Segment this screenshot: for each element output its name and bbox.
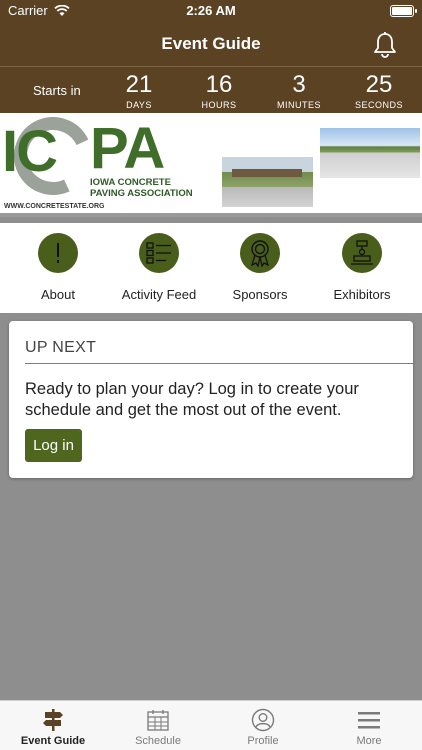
road-photo [320,128,420,178]
nav-bar: Event Guide [0,22,422,66]
tab-event-guide[interactable]: Event Guide [0,707,106,747]
tab-schedule[interactable]: Schedule [105,707,211,747]
tab-profile[interactable]: Profile [210,707,316,747]
countdown-seconds: 25 SECONDS [339,71,419,110]
tab-label: Schedule [135,735,181,747]
countdown-value: 25 [365,71,393,98]
clock: 2:26 AM [186,3,236,18]
page-title: Event Guide [161,34,261,53]
quick-link-exhibitors[interactable]: Exhibitors [310,233,414,302]
up-next-card: UP NEXT Ready to plan your day? Log in t… [9,321,413,478]
booth-icon [342,233,382,273]
quick-link-sponsors[interactable]: Sponsors [208,233,312,302]
quick-link-about[interactable]: About [6,233,110,302]
tab-label: More [356,735,382,747]
countdown-days: 21 DAYS [99,71,179,110]
logo-letters-ic: IC [2,119,58,184]
quick-links: About Activity Feed Sponsors Exhibitors [0,223,422,313]
countdown-unit-label: HOURS [201,100,237,110]
countdown-label: Starts in [33,83,81,98]
org-url: WWW.CONCRETESTATE.ORG [4,203,105,210]
countdown-unit-label: SECONDS [354,100,403,110]
up-next-heading: UP NEXT [25,339,97,356]
heading-divider [25,363,413,364]
tab-label: Event Guide [20,735,86,747]
countdown-value: 16 [205,71,233,98]
signpost-icon [43,709,63,731]
countdown-hours: 16 HOURS [179,71,259,110]
countdown-minutes: 3 MINUTES [259,71,339,110]
status-bar: Carrier 2:26 AM [0,0,422,22]
countdown-unit-label: MINUTES [277,100,321,110]
login-button[interactable]: Log in [25,429,82,462]
quick-link-label: Exhibitors [333,287,391,302]
org-name-line2: PAVING ASSOCIATION [90,188,193,199]
bell-icon[interactable] [370,30,400,60]
quick-link-label: About [41,287,75,302]
countdown-value: 3 [292,71,306,98]
profile-icon [251,708,275,732]
quick-link-label: Activity Feed [121,287,197,302]
building-photo [222,157,313,207]
quick-link-label: Sponsors [232,287,288,302]
org-name: IOWA CONCRETE PAVING ASSOCIATION [90,177,193,199]
calendar-icon [147,710,169,731]
exclamation-icon [38,233,78,273]
org-name-line1: IOWA CONCRETE [90,177,171,188]
menu-icon [358,712,380,729]
countdown-value: 21 [125,71,153,98]
tab-label: Profile [247,735,279,747]
up-next-message: Ready to plan your day? Log in to create… [25,380,359,419]
sponsor-banner[interactable]: IC PA IOWA CONCRETE PAVING ASSOCIATION W… [0,113,422,217]
list-icon [139,233,179,273]
ribbon-icon [240,233,280,273]
tab-more[interactable]: More [316,707,422,747]
countdown-bar: Starts in 21 DAYS 16 HOURS 3 MINUTES 25 … [0,66,422,113]
tab-bar: Event Guide Schedule Profile More [0,700,422,750]
banner-divider [0,213,422,217]
countdown-unit-label: DAYS [126,100,152,110]
quick-link-activity-feed[interactable]: Activity Feed [107,233,211,302]
battery-icon [390,5,417,17]
logo-letters-pa: PA [90,116,165,181]
